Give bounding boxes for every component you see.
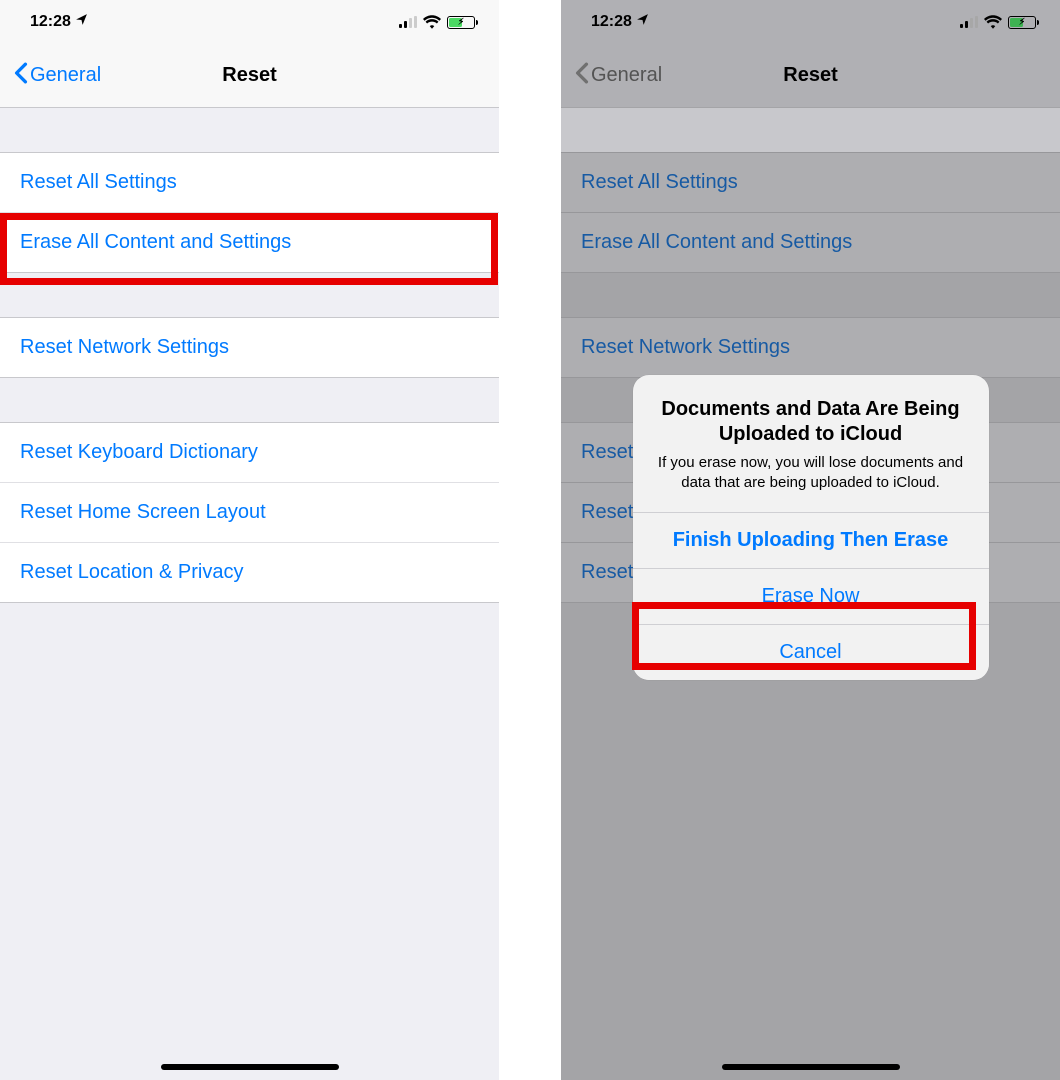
location-icon bbox=[75, 13, 88, 31]
modal-message: If you erase now, you will lose document… bbox=[655, 453, 967, 494]
back-button[interactable]: General bbox=[14, 62, 101, 90]
nav-bar: General Reset bbox=[561, 44, 1060, 108]
erase-all-content-row[interactable]: Erase All Content and Settings bbox=[561, 213, 1060, 272]
reset-location-row[interactable]: Reset Location & Privacy bbox=[0, 543, 499, 602]
battery-charging-icon: ⚡︎ bbox=[1008, 16, 1036, 29]
home-indicator bbox=[161, 1064, 339, 1070]
status-time: 12:28 bbox=[591, 13, 632, 31]
erase-all-content-row[interactable]: Erase All Content and Settings bbox=[0, 213, 499, 272]
cellular-signal-icon bbox=[960, 16, 978, 28]
chevron-left-icon bbox=[575, 62, 589, 90]
erase-now-button[interactable]: Erase Now bbox=[633, 568, 989, 624]
reset-group-2: Reset Network Settings bbox=[561, 317, 1060, 378]
finish-uploading-button[interactable]: Finish Uploading Then Erase bbox=[633, 512, 989, 568]
back-label: General bbox=[30, 64, 101, 87]
reset-network-row[interactable]: Reset Network Settings bbox=[561, 318, 1060, 377]
reset-all-settings-row[interactable]: Reset All Settings bbox=[0, 153, 499, 213]
nav-bar: General Reset bbox=[0, 44, 499, 108]
location-icon bbox=[636, 13, 649, 31]
reset-network-row[interactable]: Reset Network Settings bbox=[0, 318, 499, 377]
cellular-signal-icon bbox=[399, 16, 417, 28]
erase-confirm-modal: Documents and Data Are Being Uploaded to… bbox=[633, 375, 989, 680]
phone-screenshot-right: 12:28 ⚡︎ General Reset bbox=[561, 0, 1060, 1080]
back-button[interactable]: General bbox=[575, 62, 662, 90]
reset-all-settings-row[interactable]: Reset All Settings bbox=[561, 153, 1060, 213]
nav-title: Reset bbox=[222, 64, 276, 87]
status-bar: 12:28 ⚡︎ bbox=[561, 0, 1060, 44]
cancel-button[interactable]: Cancel bbox=[633, 624, 989, 680]
battery-charging-icon: ⚡︎ bbox=[447, 16, 475, 29]
reset-group-1: Reset All Settings Erase All Content and… bbox=[0, 152, 499, 273]
reset-keyboard-row[interactable]: Reset Keyboard Dictionary bbox=[0, 423, 499, 483]
status-bar: 12:28 ⚡︎ bbox=[0, 0, 499, 44]
wifi-icon bbox=[423, 15, 441, 29]
back-label: General bbox=[591, 64, 662, 87]
modal-title: Documents and Data Are Being Uploaded to… bbox=[655, 397, 967, 447]
home-indicator bbox=[722, 1064, 900, 1070]
reset-group-3: Reset Keyboard Dictionary Reset Home Scr… bbox=[0, 422, 499, 603]
chevron-left-icon bbox=[14, 62, 28, 90]
wifi-icon bbox=[984, 15, 1002, 29]
nav-title: Reset bbox=[783, 64, 837, 87]
reset-group-2: Reset Network Settings bbox=[0, 317, 499, 378]
reset-home-row[interactable]: Reset Home Screen Layout bbox=[0, 483, 499, 543]
status-time: 12:28 bbox=[30, 13, 71, 31]
reset-group-1: Reset All Settings Erase All Content and… bbox=[561, 152, 1060, 273]
phone-screenshot-left: 12:28 ⚡︎ General Reset bbox=[0, 0, 499, 1080]
